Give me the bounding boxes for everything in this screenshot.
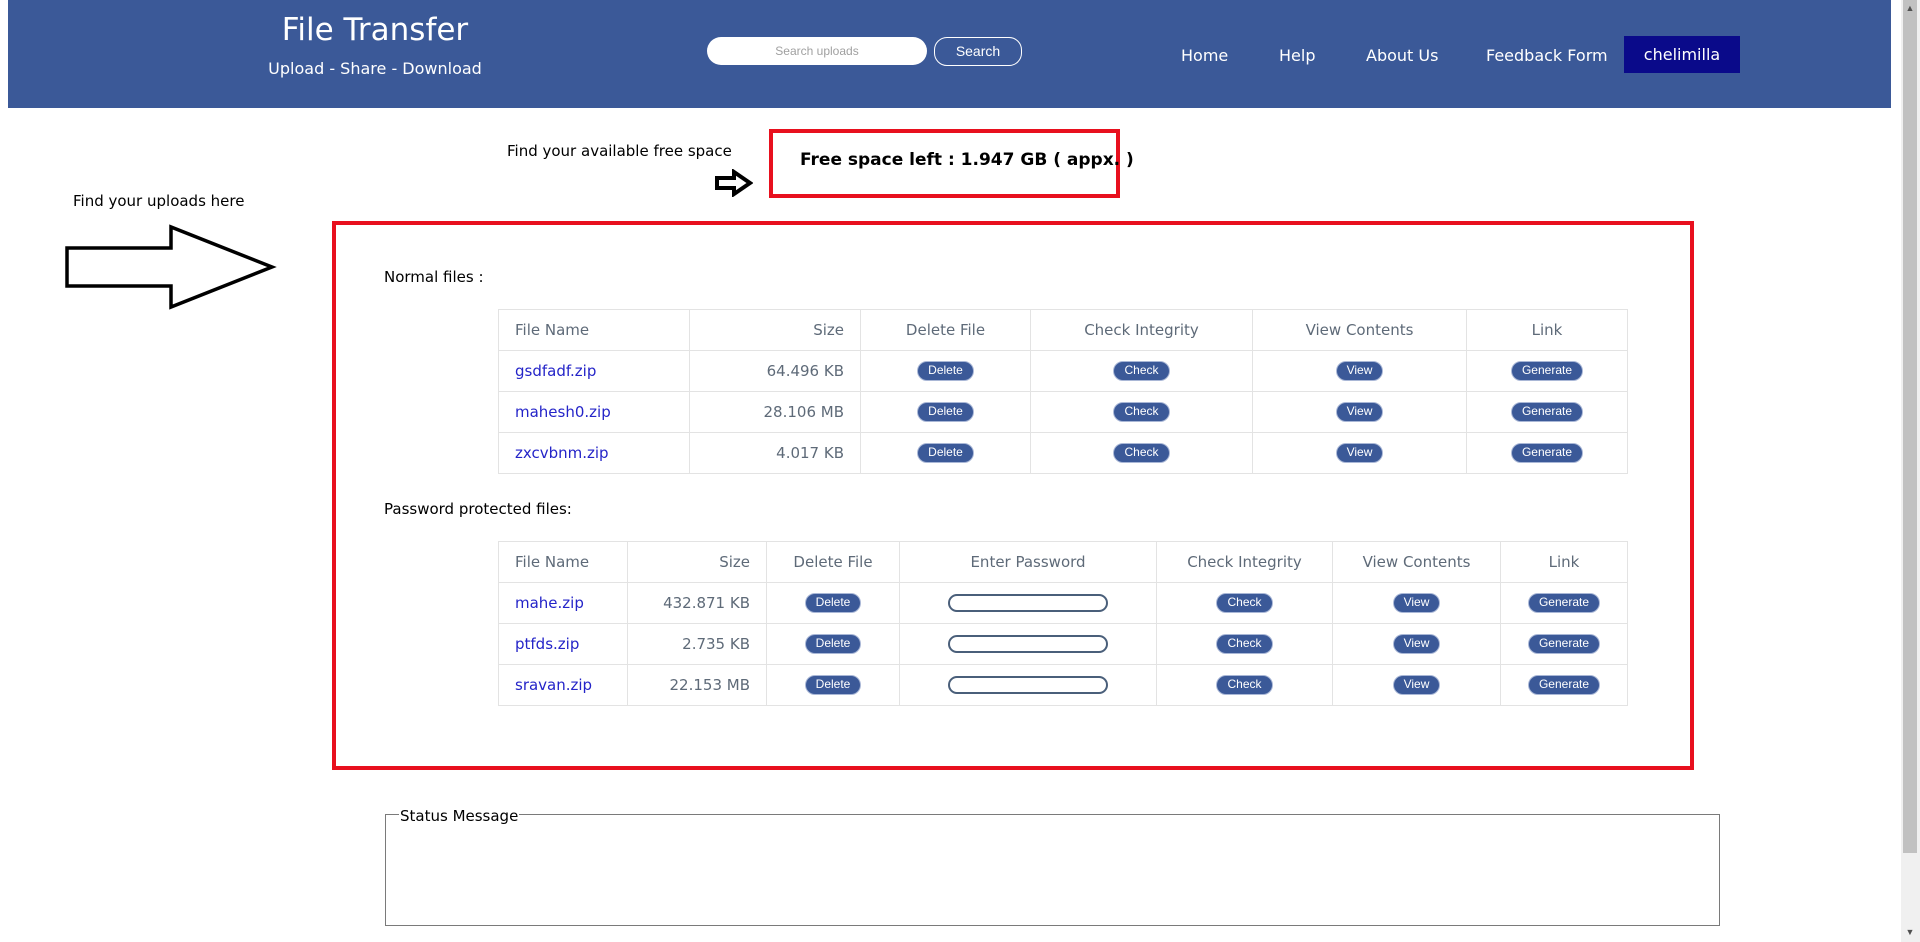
free-space-text: Free space left : 1.947 GB ( appx. ): [800, 150, 1134, 170]
delete-button[interactable]: Delete: [804, 675, 862, 695]
status-message-box: [385, 814, 1720, 926]
normal-files-label: Normal files :: [384, 268, 484, 286]
file-size: 4.017 KB: [689, 432, 861, 474]
column-header: Check Integrity: [1030, 309, 1253, 351]
small-arrow-right-icon: [715, 169, 753, 197]
delete-button[interactable]: Delete: [917, 443, 974, 463]
column-header: Size: [627, 541, 767, 583]
view-contents-button[interactable]: View: [1335, 361, 1384, 381]
page: File Transfer Upload - Share - Download …: [0, 0, 1920, 942]
table-row: sravan.zip 22.153 MB Delete Check View G…: [498, 664, 1628, 706]
file-size: 432.871 KB: [627, 582, 767, 624]
column-header: View Contents: [1332, 541, 1501, 583]
protected-files-table: File Name Size Delete File Enter Passwor…: [498, 541, 1628, 706]
large-arrow-right-icon: [65, 224, 277, 310]
protected-files-label: Password protected files:: [384, 500, 572, 518]
delete-button[interactable]: Delete: [917, 402, 974, 422]
table-row: gsdfadf.zip 64.496 KB Delete Check View …: [498, 350, 1628, 392]
generate-link-button[interactable]: Generate: [1510, 361, 1584, 381]
view-contents-button[interactable]: View: [1335, 402, 1384, 422]
free-space-hint: Find your available free space: [507, 142, 732, 160]
scrollbar-thumb[interactable]: [1903, 0, 1917, 853]
column-header: File Name: [498, 541, 628, 583]
file-size: 64.496 KB: [689, 350, 861, 392]
table-row: ptfds.zip 2.735 KB Delete Check View Gen…: [498, 623, 1628, 665]
file-name-link[interactable]: zxcvbnm.zip: [515, 444, 609, 462]
table-row: zxcvbnm.zip 4.017 KB Delete Check View G…: [498, 432, 1628, 474]
column-header: Link: [1500, 541, 1628, 583]
column-header: Size: [689, 309, 861, 351]
search-input[interactable]: [707, 37, 927, 65]
column-header: Delete File: [766, 541, 900, 583]
column-header: File Name: [498, 309, 690, 351]
password-input[interactable]: [948, 594, 1108, 613]
column-header: Enter Password: [899, 541, 1157, 583]
delete-button[interactable]: Delete: [804, 634, 862, 654]
check-integrity-button[interactable]: Check: [1113, 443, 1170, 463]
nav-feedback-form[interactable]: Feedback Form: [1486, 46, 1608, 65]
brand-title: File Transfer: [281, 12, 469, 48]
generate-link-button[interactable]: Generate: [1527, 675, 1601, 695]
file-name-link[interactable]: mahesh0.zip: [515, 403, 611, 421]
nav-about-us[interactable]: About Us: [1366, 46, 1438, 65]
scroll-down-arrow-icon[interactable]: ▼: [1904, 926, 1916, 938]
delete-button[interactable]: Delete: [804, 593, 862, 613]
view-contents-button[interactable]: View: [1392, 675, 1441, 695]
table-row: mahe.zip 432.871 KB Delete Check View Ge…: [498, 582, 1628, 624]
file-name-link[interactable]: mahe.zip: [515, 594, 584, 612]
generate-link-button[interactable]: Generate: [1510, 443, 1584, 463]
file-name-link[interactable]: sravan.zip: [515, 676, 592, 694]
nav-home[interactable]: Home: [1181, 46, 1228, 65]
file-name-link[interactable]: gsdfadf.zip: [515, 362, 596, 380]
normal-files-table: File Name Size Delete File Check Integri…: [498, 309, 1628, 474]
password-input[interactable]: [948, 635, 1108, 654]
table-header-row: File Name Size Delete File Check Integri…: [498, 309, 1628, 351]
generate-link-button[interactable]: Generate: [1510, 402, 1584, 422]
table-row: mahesh0.zip 28.106 MB Delete Check View …: [498, 391, 1628, 433]
delete-button[interactable]: Delete: [917, 361, 974, 381]
column-header: Link: [1466, 309, 1628, 351]
view-contents-button[interactable]: View: [1392, 634, 1441, 654]
uploads-hint: Find your uploads here: [73, 192, 245, 210]
status-message-legend: Status Message: [399, 807, 520, 825]
check-integrity-button[interactable]: Check: [1113, 402, 1170, 422]
column-header: Check Integrity: [1156, 541, 1333, 583]
view-contents-button[interactable]: View: [1335, 443, 1384, 463]
generate-link-button[interactable]: Generate: [1527, 593, 1601, 613]
file-size: 28.106 MB: [689, 391, 861, 433]
file-name-link[interactable]: ptfds.zip: [515, 635, 579, 653]
view-contents-button[interactable]: View: [1392, 593, 1441, 613]
column-header: Delete File: [860, 309, 1031, 351]
file-size: 2.735 KB: [627, 623, 767, 665]
check-integrity-button[interactable]: Check: [1216, 634, 1273, 654]
check-integrity-button[interactable]: Check: [1216, 675, 1273, 695]
search-button[interactable]: Search: [934, 37, 1022, 66]
table-header-row: File Name Size Delete File Enter Passwor…: [498, 541, 1628, 583]
password-input[interactable]: [948, 676, 1108, 695]
generate-link-button[interactable]: Generate: [1527, 634, 1601, 654]
status-message-text: [386, 815, 1719, 851]
user-account-button[interactable]: chelimilla: [1624, 36, 1740, 73]
column-header: View Contents: [1252, 309, 1467, 351]
check-integrity-button[interactable]: Check: [1113, 361, 1170, 381]
check-integrity-button[interactable]: Check: [1216, 593, 1273, 613]
file-size: 22.153 MB: [627, 664, 767, 706]
nav-help[interactable]: Help: [1279, 46, 1315, 65]
scroll-up-arrow-icon[interactable]: ▲: [1904, 2, 1916, 14]
brand-subtitle: Upload - Share - Download: [268, 59, 482, 78]
